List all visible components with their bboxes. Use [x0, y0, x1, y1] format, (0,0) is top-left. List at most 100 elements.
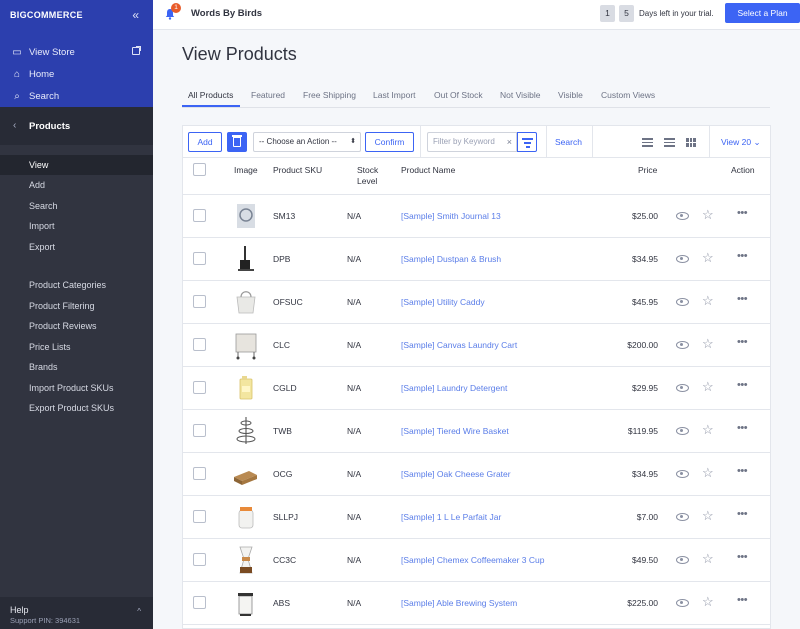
sidebar-item-add[interactable]: Add — [29, 180, 45, 190]
column-header-stock[interactable]: Stock Level — [357, 165, 387, 187]
eye-icon[interactable] — [676, 384, 689, 392]
tab-not-visible[interactable]: Not Visible — [500, 90, 540, 100]
eye-icon[interactable] — [676, 599, 689, 607]
tab-custom-views[interactable]: Custom Views — [601, 90, 655, 100]
product-name-link[interactable]: [Sample] 1 L Le Parfait Jar — [401, 512, 501, 522]
product-name-link[interactable]: [Sample] Dustpan & Brush — [401, 254, 501, 264]
product-image[interactable] — [229, 586, 263, 620]
star-icon[interactable]: ☆ — [702, 250, 714, 266]
eye-icon[interactable] — [676, 255, 689, 263]
star-icon[interactable]: ☆ — [702, 422, 714, 438]
external-link-icon[interactable] — [132, 46, 141, 55]
sidebar-section-products[interactable]: ‹ Products — [0, 107, 153, 145]
more-actions-icon[interactable]: ••• — [737, 379, 748, 391]
sidebar-item-product-categories[interactable]: Product Categories — [29, 280, 106, 290]
product-image[interactable] — [229, 371, 263, 405]
star-icon[interactable]: ☆ — [702, 465, 714, 481]
sidebar-item-product-reviews[interactable]: Product Reviews — [29, 321, 97, 331]
row-checkbox[interactable] — [193, 295, 206, 308]
sidebar-item-import-product-skus[interactable]: Import Product SKUs — [29, 383, 114, 393]
collapse-sidebar-icon[interactable]: « — [132, 8, 139, 22]
more-actions-icon[interactable]: ••• — [737, 508, 748, 520]
more-actions-icon[interactable]: ••• — [737, 465, 748, 477]
product-name-link[interactable]: [Sample] Smith Journal 13 — [401, 211, 501, 221]
confirm-button[interactable]: Confirm — [365, 132, 414, 152]
sidebar-item-price-lists[interactable]: Price Lists — [29, 342, 71, 352]
sidebar-item-product-filtering[interactable]: Product Filtering — [29, 301, 95, 311]
more-actions-icon[interactable]: ••• — [737, 422, 748, 434]
more-actions-icon[interactable]: ••• — [737, 336, 748, 348]
delete-button[interactable] — [227, 132, 247, 152]
product-name-link[interactable]: [Sample] Oak Cheese Grater — [401, 469, 511, 479]
tab-all-products[interactable]: All Products — [188, 90, 233, 100]
product-image[interactable] — [229, 500, 263, 534]
select-plan-button[interactable]: Select a Plan — [725, 3, 800, 23]
star-icon[interactable]: ☆ — [702, 594, 714, 610]
grid-view-icon[interactable] — [686, 138, 696, 147]
sidebar-link-view-store[interactable]: ▭ View Store — [12, 47, 75, 58]
sidebar-link-home[interactable]: ⌂ Home — [12, 69, 54, 80]
row-checkbox[interactable] — [193, 381, 206, 394]
list-view-icon[interactable] — [664, 138, 675, 147]
product-image[interactable] — [229, 543, 263, 577]
product-name-link[interactable]: [Sample] Canvas Laundry Cart — [401, 340, 517, 350]
more-actions-icon[interactable]: ••• — [737, 250, 748, 262]
product-name-link[interactable]: [Sample] Utility Caddy — [401, 297, 485, 307]
sidebar-item-import[interactable]: Import — [29, 221, 55, 231]
list-compact-view-icon[interactable] — [642, 138, 653, 147]
product-name-link[interactable]: [Sample] Able Brewing System — [401, 598, 517, 608]
row-checkbox[interactable] — [193, 510, 206, 523]
eye-icon[interactable] — [676, 298, 689, 306]
row-checkbox[interactable] — [193, 467, 206, 480]
column-header-price[interactable]: Price — [638, 165, 657, 175]
sidebar-item-view[interactable]: View — [29, 160, 48, 170]
product-image[interactable] — [229, 242, 263, 276]
more-actions-icon[interactable]: ••• — [737, 594, 748, 606]
product-image[interactable] — [229, 199, 263, 233]
sidebar-item-export-product-skus[interactable]: Export Product SKUs — [29, 403, 114, 413]
row-checkbox[interactable] — [193, 338, 206, 351]
product-image[interactable] — [229, 414, 263, 448]
row-checkbox[interactable] — [193, 553, 206, 566]
tab-visible[interactable]: Visible — [558, 90, 583, 100]
row-checkbox[interactable] — [193, 252, 206, 265]
action-select[interactable]: -- Choose an Action -- ⬍ — [253, 132, 361, 152]
row-checkbox[interactable] — [193, 209, 206, 222]
star-icon[interactable]: ☆ — [702, 207, 714, 223]
chevron-up-icon[interactable]: ^ — [137, 607, 141, 616]
sidebar-item-export[interactable]: Export — [29, 242, 55, 252]
column-header-name[interactable]: Product Name — [401, 165, 455, 175]
product-name-link[interactable]: [Sample] Laundry Detergent — [401, 383, 507, 393]
chevron-left-icon[interactable]: ‹ — [13, 120, 16, 131]
eye-icon[interactable] — [676, 470, 689, 478]
star-icon[interactable]: ☆ — [702, 336, 714, 352]
eye-icon[interactable] — [676, 427, 689, 435]
row-checkbox[interactable] — [193, 596, 206, 609]
star-icon[interactable]: ☆ — [702, 293, 714, 309]
select-all-checkbox[interactable] — [193, 163, 206, 176]
sidebar-item-search[interactable]: Search — [29, 201, 58, 211]
sidebar-item-brands[interactable]: Brands — [29, 362, 58, 372]
product-image[interactable] — [229, 285, 263, 319]
tab-last-import[interactable]: Last Import — [373, 90, 416, 100]
eye-icon[interactable] — [676, 341, 689, 349]
star-icon[interactable]: ☆ — [702, 551, 714, 567]
row-checkbox[interactable] — [193, 424, 206, 437]
product-name-link[interactable]: [Sample] Chemex Coffeemaker 3 Cup — [401, 555, 544, 565]
tab-featured[interactable]: Featured — [251, 90, 285, 100]
eye-icon[interactable] — [676, 513, 689, 521]
tab-free-shipping[interactable]: Free Shipping — [303, 90, 356, 100]
sidebar-help[interactable]: Help Support PIN: 394631 ^ — [0, 597, 153, 629]
product-name-link[interactable]: [Sample] Tiered Wire Basket — [401, 426, 509, 436]
filter-button[interactable] — [517, 132, 537, 152]
eye-icon[interactable] — [676, 556, 689, 564]
view-count-dropdown[interactable]: View 20 ⌄ — [721, 137, 761, 148]
add-button[interactable]: Add — [188, 132, 222, 152]
column-header-sku[interactable]: Product SKU — [273, 165, 322, 175]
sidebar-link-search[interactable]: ⌕ Search — [12, 91, 59, 102]
eye-icon[interactable] — [676, 212, 689, 220]
filter-keyword-input[interactable]: Filter by Keyword × — [427, 132, 517, 152]
product-image[interactable] — [229, 328, 263, 362]
more-actions-icon[interactable]: ••• — [737, 551, 748, 563]
product-image[interactable] — [229, 457, 263, 491]
